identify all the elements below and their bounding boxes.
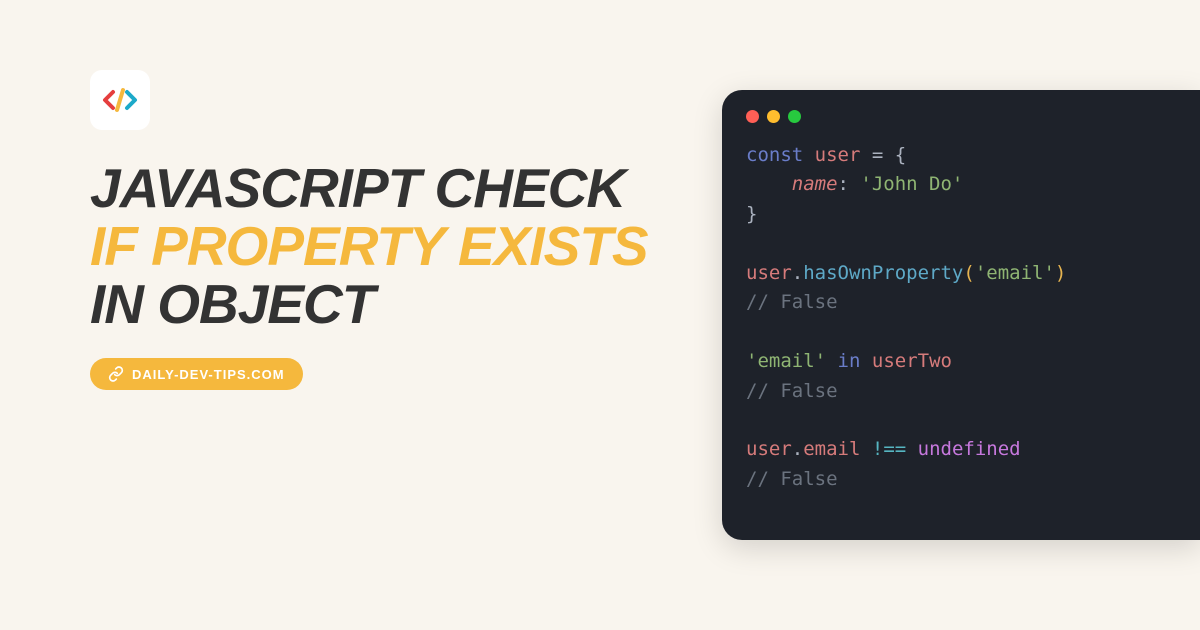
maximize-icon bbox=[788, 110, 801, 123]
title-part2: IN OBJECT bbox=[90, 273, 374, 335]
code-logo-icon bbox=[100, 80, 140, 120]
title-highlight: IF PROPERTY EXISTS bbox=[90, 215, 648, 277]
badge-text: DAILY-DEV-TIPS.COM bbox=[132, 367, 285, 382]
link-icon bbox=[108, 366, 124, 382]
code-snippet: const user = { name: 'John Do' } user.ha… bbox=[746, 141, 1200, 494]
window-controls bbox=[746, 110, 1200, 123]
site-logo bbox=[90, 70, 150, 130]
minimize-icon bbox=[767, 110, 780, 123]
code-window: const user = { name: 'John Do' } user.ha… bbox=[722, 90, 1200, 540]
close-icon bbox=[746, 110, 759, 123]
title-part1: JAVASCRIPT CHECK bbox=[90, 157, 625, 219]
article-title: JAVASCRIPT CHECK IF PROPERTY EXISTS IN O… bbox=[90, 160, 650, 333]
site-badge[interactable]: DAILY-DEV-TIPS.COM bbox=[90, 358, 303, 390]
